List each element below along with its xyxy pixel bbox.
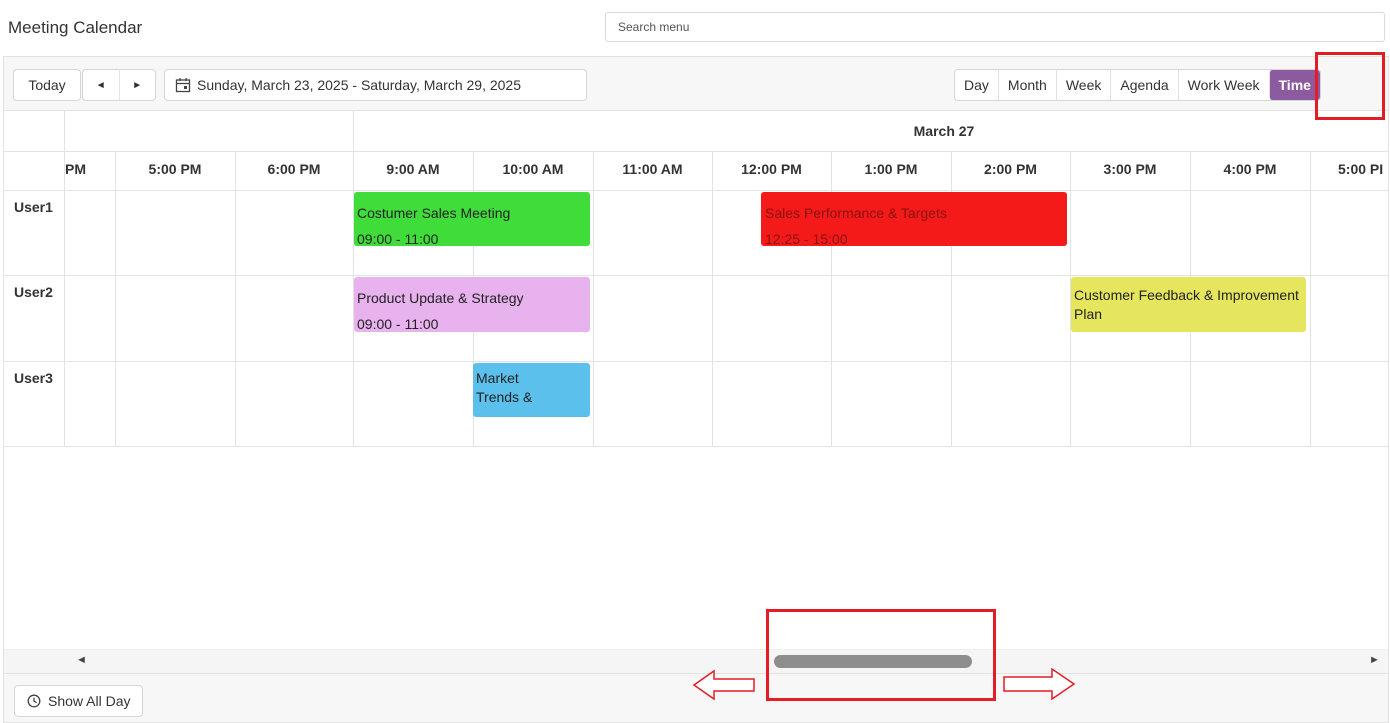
today-button[interactable]: Today — [13, 69, 81, 101]
event-title: Sales Performance & Targets — [765, 205, 947, 221]
time-slot-header: 6:00 PM — [267, 161, 321, 177]
grid-line — [4, 275, 1388, 276]
view-month-button[interactable]: Month — [997, 70, 1056, 100]
date-range-button[interactable]: Sunday, March 23, 2025 - Saturday, March… — [164, 69, 587, 101]
grid-line — [4, 151, 1388, 152]
view-work-week-button[interactable]: Work Week — [1177, 70, 1269, 100]
show-all-day-button[interactable]: Show All Day — [14, 685, 144, 717]
calendar-icon — [175, 78, 191, 93]
grid-line — [4, 361, 1388, 362]
clock-icon — [27, 694, 41, 708]
scheduler: Today ◄ ► Sunday, March 23, 2025 - Satur… — [3, 56, 1389, 723]
event-title: Costumer Sales Meeting — [357, 205, 511, 221]
page-title: Meeting Calendar — [8, 18, 143, 37]
search-input[interactable] — [606, 13, 1384, 41]
time-slot-header: 11:00 AM — [622, 161, 683, 177]
time-slot-header: 5:00 PI — [1338, 161, 1384, 177]
view-week-button[interactable]: Week — [1055, 70, 1111, 100]
grid-line — [4, 446, 1388, 447]
scroll-left-icon[interactable]: ◄ — [76, 654, 87, 666]
resource-label-user3: User3 — [14, 370, 53, 386]
event-customer-feedback-improvement[interactable]: Customer Feedback & Improvement Plan — [1071, 277, 1306, 332]
date-header: March 27 — [913, 123, 975, 139]
right-arrow-icon — [1003, 667, 1076, 701]
event-product-update-strategy[interactable]: Product Update & Strategy 09:00 - 11:00 — [354, 277, 590, 332]
time-slot-header: 12:00 PM — [741, 161, 802, 177]
event-time: 09:00 - 11:00 — [357, 231, 439, 246]
grid-line — [1310, 151, 1311, 446]
time-slot-header: 3:00 PM — [1103, 161, 1157, 177]
resource-label-user2: User2 — [14, 284, 53, 300]
date-range-label: Sunday, March 23, 2025 - Saturday, March… — [197, 77, 522, 93]
view-switcher: Day Month Week Agenda Work Week Time — [954, 69, 1321, 101]
grid-line — [4, 190, 1388, 191]
grid-line — [593, 151, 594, 446]
search-menu-box[interactable] — [605, 12, 1385, 42]
show-all-day-label: Show All Day — [48, 693, 131, 709]
event-time: 09:00 - 11:00 — [357, 316, 439, 332]
grid-line — [712, 151, 713, 446]
left-arrow-icon — [692, 669, 755, 701]
event-title: Customer Feedback & Improvement Plan — [1074, 287, 1299, 322]
grid-line — [235, 151, 236, 446]
time-slot-header: PM — [65, 161, 86, 177]
time-slot-header: 5:00 PM — [148, 161, 202, 177]
event-time: 12:25 - 15:00 — [765, 231, 848, 246]
time-slot-header: 9:00 AM — [386, 161, 440, 177]
time-slot-header: 10:00 AM — [502, 161, 564, 177]
view-day-button[interactable]: Day — [955, 70, 998, 100]
grid-line — [115, 151, 116, 446]
resource-label-user1: User1 — [14, 199, 53, 215]
view-agenda-button[interactable]: Agenda — [1110, 70, 1177, 100]
resource-column — [4, 111, 65, 446]
view-time-button[interactable]: Time — [1268, 70, 1320, 100]
time-slot-header: 2:00 PM — [984, 161, 1037, 177]
nav-button-group: ◄ ► — [82, 69, 156, 101]
event-title: Market Trends & — [476, 370, 533, 405]
scheduler-toolbar: Today ◄ ► Sunday, March 23, 2025 - Satur… — [4, 57, 1388, 111]
event-market-trends[interactable]: Market Trends & — [473, 363, 590, 417]
scroll-right-icon[interactable]: ► — [1369, 654, 1380, 666]
time-slot-header: 1:00 PM — [864, 161, 918, 177]
event-costumer-sales-meeting[interactable]: Costumer Sales Meeting 09:00 - 11:00 — [354, 192, 590, 246]
next-icon[interactable]: ► — [118, 70, 156, 100]
scrollbar-thumb[interactable] — [774, 655, 972, 668]
event-sales-performance-targets[interactable]: Sales Performance & Targets 12:25 - 15:0… — [761, 192, 1067, 246]
time-slot-header: 4:00 PM — [1223, 161, 1277, 177]
previous-icon[interactable]: ◄ — [83, 70, 119, 100]
event-title: Product Update & Strategy — [357, 290, 524, 306]
